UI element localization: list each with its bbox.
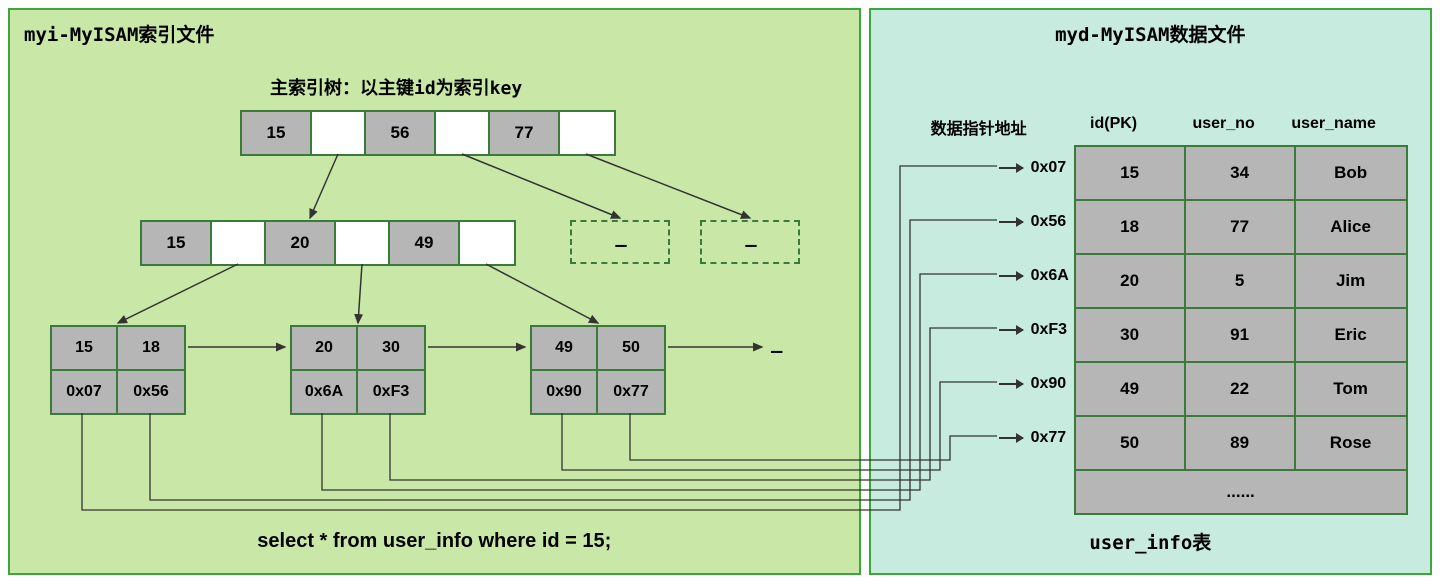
table-caption: user_info表: [1089, 528, 1211, 555]
addr-header: 数据指针地址: [899, 115, 1059, 139]
user-info-table: 15 34 Bob 18 77 Alice 20 5 Jim 30 91 Eri…: [1074, 145, 1408, 515]
index-subtitle: 主索引树：以主键id为索引key: [270, 74, 522, 100]
level1-ptr-0: [212, 222, 266, 264]
table-row: 18 77 Alice: [1076, 201, 1406, 255]
right-panel-title: myd-MyISAM数据文件: [1055, 20, 1245, 47]
leaf0-key-1: 18: [118, 327, 184, 369]
cell-userno: 22: [1186, 363, 1296, 415]
cell-id: 18: [1076, 201, 1186, 253]
addr-3: 0xF3: [999, 320, 1069, 340]
cell-userno: 5: [1186, 255, 1296, 307]
btree-leaf-2: 49 50 0x90 0x77: [530, 325, 666, 415]
data-file-panel: myd-MyISAM数据文件 数据指针地址 id(PK) user_no use…: [869, 8, 1432, 575]
leaf2-key-1: 50: [598, 327, 664, 369]
leaf1-key-0: 20: [292, 327, 358, 369]
table-row: 30 91 Eric: [1076, 309, 1406, 363]
cell-id: 20: [1076, 255, 1186, 307]
col-userno: user_no: [1169, 115, 1279, 139]
level1-key-2: 49: [390, 222, 460, 264]
arrow-icon: [999, 383, 1023, 385]
leaf0-ptr-0: 0x07: [52, 371, 118, 413]
btree-leaf-1: 20 30 0x6A 0xF3: [290, 325, 426, 415]
leaf2-ptr-0: 0x90: [532, 371, 598, 413]
root-ptr-2: [560, 112, 614, 154]
btree-leaf-0: 15 18 0x07 0x56: [50, 325, 186, 415]
leaf1-ptr-1: 0xF3: [358, 371, 424, 413]
index-file-panel: myi-MyISAM索引文件 主索引树：以主键id为索引key 15 56 77…: [8, 8, 861, 575]
table-row: 15 34 Bob: [1076, 147, 1406, 201]
addr-4: 0x90: [999, 374, 1069, 394]
col-id: id(PK): [1059, 115, 1169, 139]
root-ptr-1: [436, 112, 490, 154]
cell-userno: 34: [1186, 147, 1296, 199]
leaf2-ptr-1: 0x77: [598, 371, 664, 413]
btree-level1-placeholder-2: ......: [700, 220, 800, 264]
btree-level1-node: 15 20 49: [140, 220, 516, 266]
cell-userno: 89: [1186, 417, 1296, 469]
leaf2-key-0: 49: [532, 327, 598, 369]
arrow-icon: [999, 167, 1023, 169]
arrow-icon: [999, 275, 1023, 277]
leaf1-key-1: 30: [358, 327, 424, 369]
left-panel-title: myi-MyISAM索引文件: [24, 20, 214, 47]
addr-5: 0x77: [999, 428, 1069, 448]
cell-userno: 77: [1186, 201, 1296, 253]
root-key-1: 56: [366, 112, 436, 154]
addr-1: 0x56: [999, 212, 1069, 232]
sql-query: select * from user_info where id = 15;: [257, 530, 611, 553]
leaf0-ptr-1: 0x56: [118, 371, 184, 413]
root-key-0: 15: [242, 112, 312, 154]
root-ptr-0: [312, 112, 366, 154]
arrow-icon: [999, 221, 1023, 223]
address-column: 0x07 0x56 0x6A 0xF3 0x90 0x77: [999, 158, 1069, 448]
level1-key-1: 20: [266, 222, 336, 264]
cell-userno: 91: [1186, 309, 1296, 361]
cell-username: Alice: [1296, 201, 1406, 253]
table-row: 50 89 Rose: [1076, 417, 1406, 471]
cell-username: Rose: [1296, 417, 1406, 469]
cell-username: Jim: [1296, 255, 1406, 307]
cell-id: 30: [1076, 309, 1186, 361]
addr-0: 0x07: [999, 158, 1069, 178]
arrow-icon: [999, 437, 1023, 439]
cell-id: 15: [1076, 147, 1186, 199]
btree-level1-placeholder-1: ......: [570, 220, 670, 264]
arrow-icon: [999, 329, 1023, 331]
level1-ptr-1: [336, 222, 390, 264]
table-row: 49 22 Tom: [1076, 363, 1406, 417]
cell-username: Bob: [1296, 147, 1406, 199]
leaf-more-dots: ......: [770, 340, 781, 356]
data-table-headers: 数据指针地址 id(PK) user_no user_name: [899, 115, 1389, 139]
leaf0-key-0: 15: [52, 327, 118, 369]
addr-2: 0x6A: [999, 266, 1069, 286]
table-row-more: ......: [1076, 471, 1406, 513]
table-row: 20 5 Jim: [1076, 255, 1406, 309]
col-username: user_name: [1279, 115, 1389, 139]
cell-username: Tom: [1296, 363, 1406, 415]
root-key-2: 77: [490, 112, 560, 154]
level1-ptr-2: [460, 222, 514, 264]
cell-id: 50: [1076, 417, 1186, 469]
cell-username: Eric: [1296, 309, 1406, 361]
more-cell: ......: [1076, 471, 1406, 513]
btree-root-node: 15 56 77: [240, 110, 616, 156]
level1-key-0: 15: [142, 222, 212, 264]
cell-id: 49: [1076, 363, 1186, 415]
leaf1-ptr-0: 0x6A: [292, 371, 358, 413]
